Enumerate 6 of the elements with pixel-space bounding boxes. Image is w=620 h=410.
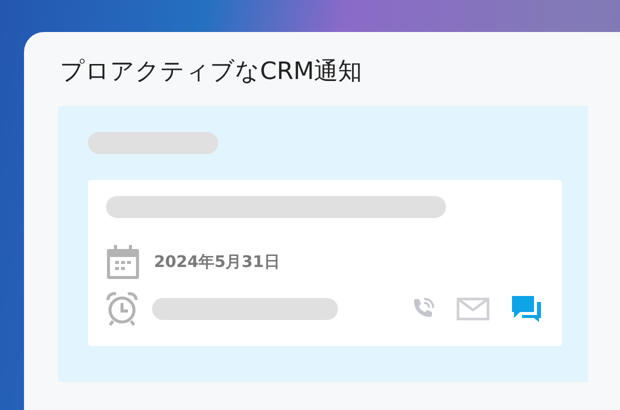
mail-icon[interactable] xyxy=(456,297,490,321)
calendar-icon xyxy=(106,244,140,280)
alarm-clock-icon xyxy=(106,292,138,326)
chat-icon[interactable] xyxy=(510,294,544,324)
page-title: プロアクティブなCRM通知 xyxy=(60,56,364,87)
date-text: 2024年5月31日 xyxy=(154,252,280,272)
